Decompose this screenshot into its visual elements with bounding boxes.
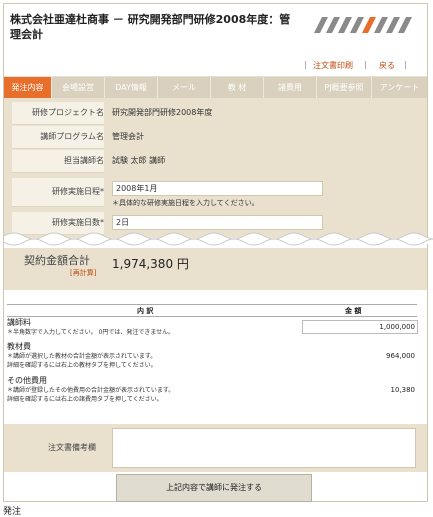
program-label: 講師プログラム名	[12, 126, 104, 149]
tab-expenses[interactable]: 諸費用	[264, 77, 317, 99]
order-form-panel: 研修プロジェクト名 研究開発部門研修2008年度 講師プログラム名 管理会計 担…	[4, 98, 427, 238]
other-note: ＊講師が登録したその他費用の合計金額が表示されています。	[7, 387, 175, 394]
instructor-label: 担当講師名	[12, 150, 104, 173]
other-note-2: 詳細を確認するには右上の諸費用タブを押してください。	[7, 396, 163, 403]
tab-pj-overview[interactable]: PJ概要参照	[317, 77, 372, 99]
materials-amount: 964,000	[386, 352, 415, 360]
company-logo	[314, 17, 412, 33]
tab-order-details[interactable]: 発注内容	[4, 77, 52, 99]
remarks-label: 注文書備考欄	[48, 443, 96, 452]
project-label: 研修プロジェクト名	[12, 102, 104, 125]
date-label: 研修実施日程*	[12, 178, 104, 207]
instructor-row: 担当講師名 試験 太郎 講師	[4, 150, 427, 173]
materials-note: ＊講師が選択した教材の合計金額が表示されています。	[7, 353, 157, 360]
tab-venue-setup[interactable]: 会場設営	[52, 77, 105, 99]
print-order-link[interactable]: 注文書印刷	[313, 60, 353, 71]
other-row: その他費用 ＊講師が登録したその他費用の合計金額が表示されています。 詳細を確認…	[7, 375, 417, 404]
program-value: 管理会計	[112, 132, 144, 141]
date-row: 研修実施日程* 2008年1月 ＊具体的な研修実施日程を入力してください。	[4, 178, 427, 207]
other-title: その他費用	[7, 376, 47, 385]
materials-title: 教材費	[7, 342, 31, 351]
tab-mail[interactable]: メール	[158, 77, 211, 99]
page-title: 株式会社亜達杜商事 － 研究開発部門研修2008年度：管理会計	[10, 13, 291, 41]
materials-row: 教材費 ＊講師が選択した教材の合計金額が表示されています。 詳細を確認するには右…	[7, 341, 417, 370]
submit-order-button[interactable]: 上記内容で講師に発注する	[116, 474, 312, 502]
contract-total: 契約金額合計 [再計算] 1,974,380 円	[4, 248, 427, 290]
date-input[interactable]: 2008年1月	[112, 181, 323, 196]
contract-total-amount: 1,974,380 円	[112, 257, 189, 271]
breakdown-item-header: 内 訳	[137, 307, 154, 315]
materials-note-2: 詳細を確認するには右上の教材タブを押してください。	[7, 362, 157, 369]
tab-survey[interactable]: アンケート	[372, 77, 427, 99]
recalculate-link[interactable]: [再計算]	[70, 268, 96, 278]
tab-bar: 発注内容 会場設営 DAY情報 メール 教 材 諸費用 PJ概要参照 アンケート	[4, 76, 427, 99]
program-row: 講師プログラム名 管理会計	[4, 126, 427, 149]
contract-total-label: 契約金額合計	[24, 254, 90, 267]
breakdown-amount-header: 金 額	[345, 307, 362, 315]
instructor-value: 試験 太郎 講師	[112, 156, 166, 165]
other-amount: 10,380	[390, 386, 416, 394]
date-note: ＊具体的な研修実施日程を入力してください。	[112, 199, 259, 207]
back-link[interactable]: 戻る	[379, 60, 395, 71]
main-frame: 株式会社亜達杜商事 － 研究開発部門研修2008年度：管理会計 | 注文書印刷 …	[3, 3, 433, 502]
instructor-fee-input[interactable]: 1,000,000	[302, 320, 418, 334]
torn-edge	[4, 232, 433, 246]
remarks-textarea[interactable]	[112, 428, 416, 468]
breakdown-header: 内 訳 金 額	[7, 304, 417, 317]
tab-materials[interactable]: 教 材	[211, 77, 264, 99]
remarks-section: 注文書備考欄	[4, 424, 427, 472]
status-text: 発注	[3, 507, 22, 517]
tab-day-info[interactable]: DAY情報	[105, 77, 158, 99]
project-value: 研究開発部門研修2008年度	[112, 108, 213, 117]
top-links: | 注文書印刷 | 戻る |	[304, 60, 407, 71]
project-row: 研修プロジェクト名 研究開発部門研修2008年度	[4, 102, 427, 125]
